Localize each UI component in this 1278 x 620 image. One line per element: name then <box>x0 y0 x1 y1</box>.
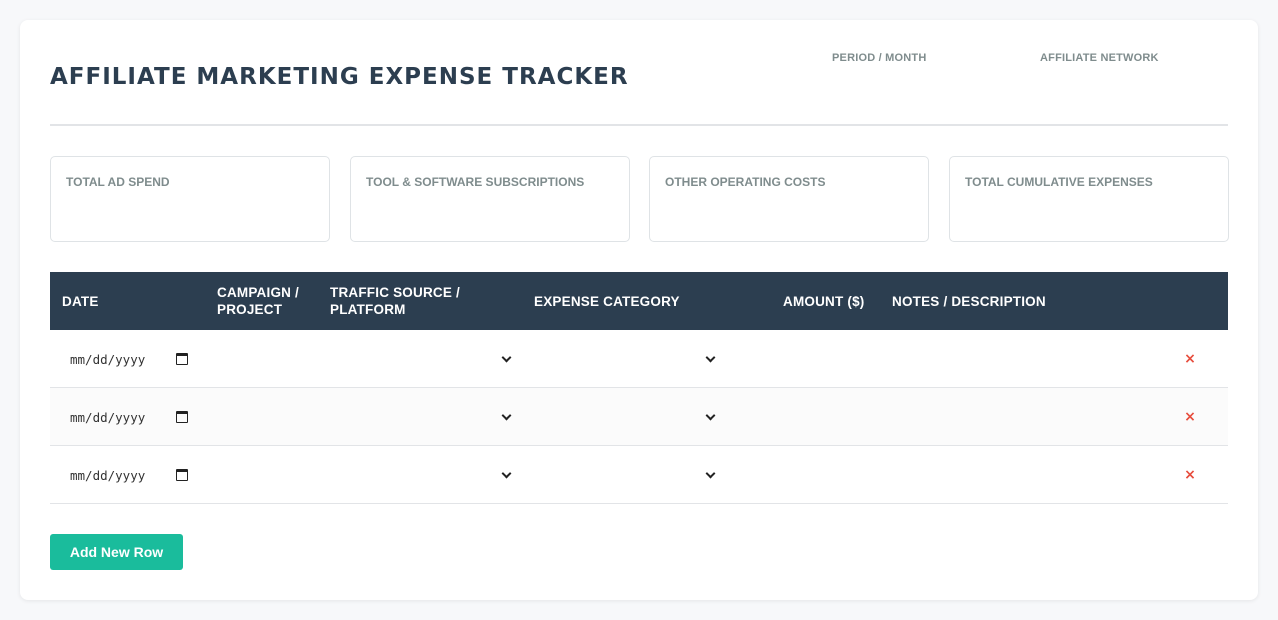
date-placeholder: mm/dd/yyyy <box>70 409 146 425</box>
date-input[interactable]: mm/dd/yyyy <box>62 347 192 371</box>
calendar-icon[interactable] <box>176 469 188 481</box>
period-input[interactable] <box>832 70 1012 94</box>
column-header-date: DATE <box>62 293 99 309</box>
expense-table: DATE CAMPAIGN / PROJECT TRAFFIC SOURCE /… <box>50 272 1228 504</box>
date-placeholder: mm/dd/yyyy <box>70 467 146 483</box>
chevron-down-icon <box>501 352 512 362</box>
chevron-down-icon <box>501 410 512 420</box>
traffic-source-select[interactable] <box>328 461 514 489</box>
summary-label: TOTAL CUMULATIVE EXPENSES <box>965 175 1153 189</box>
table-row: mm/dd/yyyy × <box>50 446 1228 504</box>
summary-label: TOOL & SOFTWARE SUBSCRIPTIONS <box>366 175 585 189</box>
expense-category-select[interactable] <box>532 461 718 489</box>
close-icon[interactable]: × <box>1178 405 1202 429</box>
close-icon[interactable]: × <box>1178 463 1202 487</box>
notes-input[interactable] <box>890 345 1160 373</box>
column-header-campaign: CAMPAIGN / PROJECT <box>217 285 299 317</box>
calendar-icon[interactable] <box>176 353 188 365</box>
date-input[interactable]: mm/dd/yyyy <box>62 405 192 429</box>
expense-category-select[interactable] <box>532 403 718 431</box>
period-label: PERIOD / MONTH <box>832 52 927 64</box>
page-title: AFFILIATE MARKETING EXPENSE TRACKER <box>50 64 629 90</box>
date-input[interactable]: mm/dd/yyyy <box>62 463 192 487</box>
column-header-amount: AMOUNT ($) <box>783 293 865 309</box>
summary-label: TOTAL AD SPEND <box>66 175 170 189</box>
summary-subscriptions: TOOL & SOFTWARE SUBSCRIPTIONS <box>350 156 630 242</box>
column-header-notes: NOTES / DESCRIPTION <box>892 293 1046 309</box>
notes-input[interactable] <box>890 403 1160 431</box>
traffic-source-select[interactable] <box>328 345 514 373</box>
date-placeholder: mm/dd/yyyy <box>70 351 146 367</box>
traffic-source-select[interactable] <box>328 403 514 431</box>
network-label: AFFILIATE NETWORK <box>1040 52 1159 64</box>
add-new-row-button[interactable]: Add New Row <box>50 534 183 570</box>
calendar-icon[interactable] <box>176 411 188 423</box>
column-header-category: EXPENSE CATEGORY <box>534 293 680 309</box>
chevron-down-icon <box>705 468 716 478</box>
summary-operating-costs: OTHER OPERATING COSTS <box>649 156 929 242</box>
table-row: mm/dd/yyyy × <box>50 330 1228 388</box>
summary-label: OTHER OPERATING COSTS <box>665 175 826 189</box>
chevron-down-icon <box>501 468 512 478</box>
amount-input[interactable] <box>781 345 881 373</box>
chevron-down-icon <box>705 352 716 362</box>
campaign-input[interactable] <box>215 461 315 489</box>
amount-input[interactable] <box>781 461 881 489</box>
close-icon[interactable]: × <box>1178 347 1202 371</box>
table-row: mm/dd/yyyy × <box>50 388 1228 446</box>
campaign-input[interactable] <box>215 345 315 373</box>
expense-category-select[interactable] <box>532 345 718 373</box>
column-header-traffic: TRAFFIC SOURCE / PLATFORM <box>330 285 460 317</box>
notes-input[interactable] <box>890 461 1160 489</box>
amount-input[interactable] <box>781 403 881 431</box>
page-header: AFFILIATE MARKETING EXPENSE TRACKER PERI… <box>50 20 1228 126</box>
summary-total-expenses: TOTAL CUMULATIVE EXPENSES <box>949 156 1229 242</box>
chevron-down-icon <box>705 410 716 420</box>
tracker-card: AFFILIATE MARKETING EXPENSE TRACKER PERI… <box>20 20 1258 600</box>
network-input[interactable] <box>1040 70 1220 94</box>
summary-ad-spend: TOTAL AD SPEND <box>50 156 330 242</box>
campaign-input[interactable] <box>215 403 315 431</box>
table-header: DATE CAMPAIGN / PROJECT TRAFFIC SOURCE /… <box>50 272 1228 330</box>
